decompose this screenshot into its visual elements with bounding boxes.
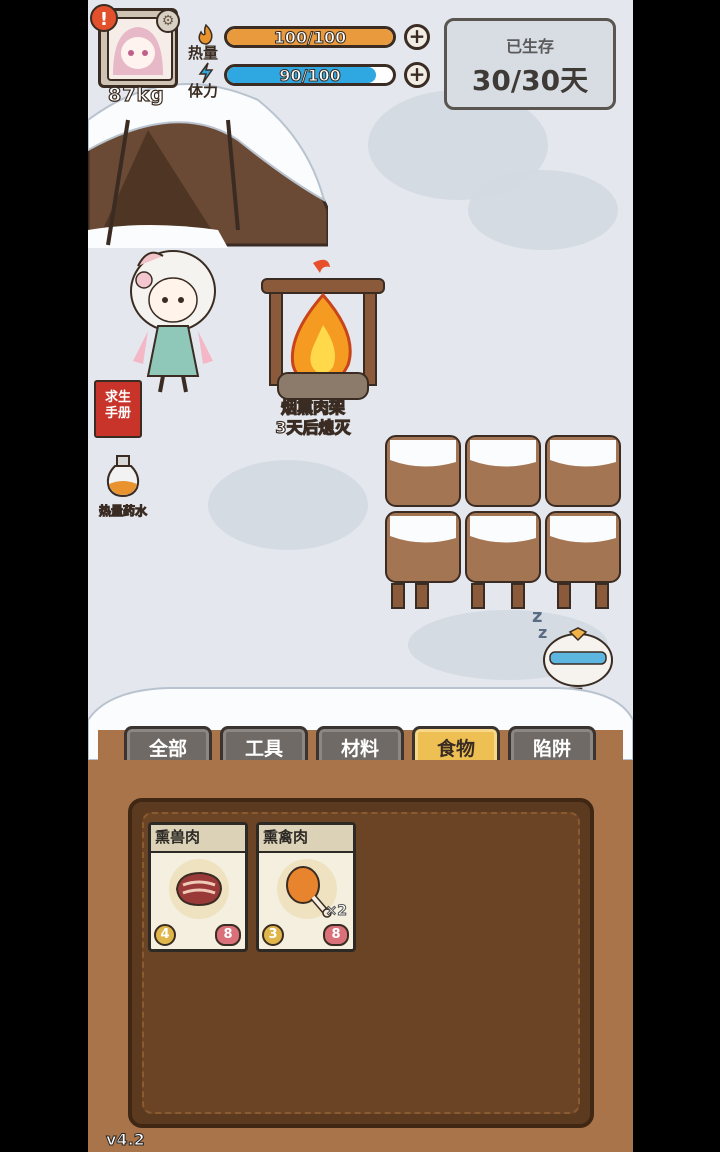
- player-character[interactable]: [118, 236, 228, 396]
- heat-label: 热量: [188, 44, 219, 62]
- snow-patch: [468, 170, 618, 250]
- item-value-badge: 8: [323, 924, 349, 946]
- item-value-badge: 8: [215, 924, 241, 946]
- item-quantity: ×2: [325, 903, 348, 920]
- item-smoked-beast-meat[interactable]: 熏兽肉 4 8: [148, 822, 248, 952]
- player-weight: 87kg: [107, 83, 165, 106]
- fire-label: 烟熏肉架 3天后熄灭: [248, 397, 378, 438]
- days-title: 已生存: [505, 37, 554, 56]
- stamina-label: 体力: [188, 82, 219, 100]
- lightning-icon: [198, 62, 216, 84]
- gear-icon[interactable]: ⚙: [156, 9, 180, 33]
- smoked-meat-icon: [169, 859, 229, 919]
- smoking-rack-fire[interactable]: [258, 255, 388, 405]
- survival-manual-button[interactable]: 求生 手册: [94, 380, 142, 438]
- item-smoked-fowl-meat[interactable]: 熏禽肉 ×2 3 8: [256, 822, 356, 952]
- potion-label: 热量药水: [98, 504, 147, 519]
- game-screen: ! ⚙ 87kg 热量 100/100 + 体力 90/100 + 已生存 30…: [88, 0, 633, 1152]
- heat-value: 100/100: [273, 28, 347, 47]
- manual-label: 求生 手册: [104, 390, 131, 421]
- farm-plots[interactable]: [382, 432, 627, 612]
- item-name: 熏兽肉: [151, 825, 245, 853]
- alert-icon[interactable]: !: [90, 4, 118, 32]
- flame-icon: [196, 23, 216, 45]
- item-level-badge: 3: [262, 924, 284, 946]
- sleeping-character-icon: z z: [532, 606, 613, 687]
- item-name: 熏禽肉: [259, 825, 353, 853]
- fire-status: 3天后熄灭: [275, 417, 351, 437]
- days-survived-panel: 已生存 30/30天: [444, 18, 616, 110]
- add-stamina-button[interactable]: +: [404, 62, 430, 88]
- heat-bar: 100/100: [224, 26, 396, 48]
- snow-patch: [208, 460, 368, 550]
- stamina-value: 90/100: [279, 66, 342, 85]
- potion-icon: [106, 455, 140, 498]
- heat-potion-button[interactable]: 热量药水: [94, 454, 152, 519]
- stamina-bar: 90/100: [224, 64, 396, 86]
- item-level-badge: 4: [154, 924, 176, 946]
- add-heat-button[interactable]: +: [404, 24, 430, 50]
- version-label: v4.2: [106, 1130, 146, 1150]
- days-value: 30/30天: [471, 64, 589, 97]
- svg-text:z: z: [538, 623, 547, 642]
- fire-name: 烟熏肉架: [280, 397, 345, 417]
